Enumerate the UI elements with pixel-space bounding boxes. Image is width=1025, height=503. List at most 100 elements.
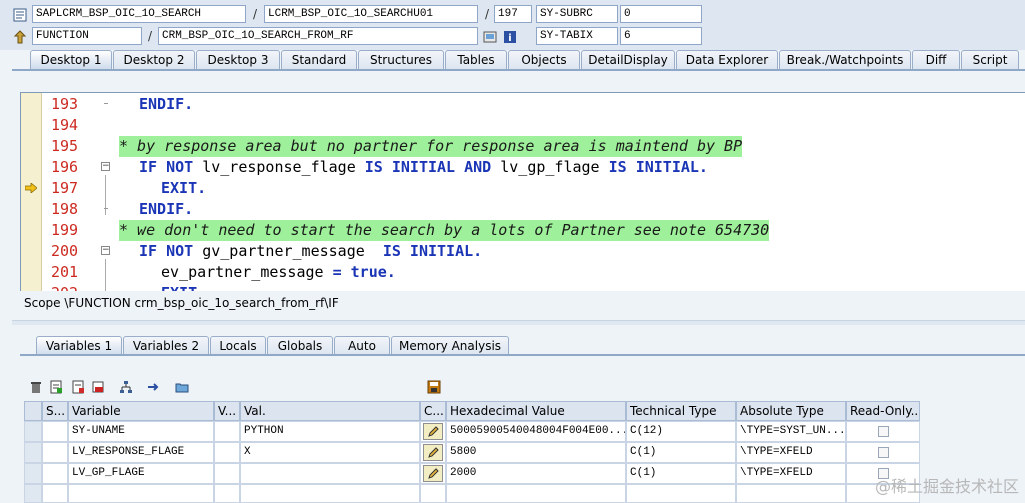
- tab-variables-2[interactable]: Variables 2: [123, 336, 209, 355]
- edit-pencil-icon[interactable]: [423, 423, 443, 440]
- tab-underline: [20, 354, 1025, 356]
- keyword-token: IF NOT: [139, 242, 194, 260]
- read-only-cell: [846, 442, 920, 463]
- code-text: ev_partner_message = true.: [161, 262, 396, 283]
- read-only-checkbox[interactable]: [878, 426, 889, 437]
- value-cell[interactable]: PYTHON: [240, 421, 420, 442]
- keyword-token: true.: [350, 263, 396, 281]
- append-row-icon[interactable]: [70, 379, 86, 395]
- row-selector[interactable]: [24, 463, 42, 484]
- code-line: 202 EXIT.: [21, 283, 1025, 291]
- column-header-read-only[interactable]: Read-Only...: [846, 401, 920, 421]
- system-field-name[interactable]: SY-SUBRC: [536, 5, 618, 23]
- variable-name-cell[interactable]: SY-UNAME: [68, 421, 214, 442]
- variable-name-cell[interactable]: LV_GP_FLAGE: [68, 463, 214, 484]
- line-number-field[interactable]: 197: [494, 5, 532, 23]
- tab-auto[interactable]: Auto: [334, 336, 390, 355]
- function-name-field[interactable]: CRM_BSP_OIC_1O_SEARCH_FROM_RF: [158, 27, 478, 45]
- tab-standard[interactable]: Standard: [281, 50, 357, 69]
- column-header-row-selector[interactable]: [24, 401, 42, 421]
- keyword-token: IS INITIAL.: [608, 158, 708, 176]
- column-header-absolute-type[interactable]: Absolute Type: [736, 401, 846, 421]
- event-type-field[interactable]: FUNCTION: [32, 27, 142, 45]
- tab-desktop-1[interactable]: Desktop 1: [30, 50, 112, 69]
- tab-locals[interactable]: Locals: [210, 336, 266, 355]
- tab-variables-1[interactable]: Variables 1: [36, 336, 122, 355]
- program-icon: [12, 7, 28, 23]
- tab-desktop-2[interactable]: Desktop 2: [113, 50, 195, 69]
- line-number: 200: [51, 242, 79, 260]
- insert-row-icon[interactable]: [48, 379, 64, 395]
- code-line: 199 * we don't need to start the search …: [21, 220, 1025, 241]
- code-line: 193 ENDIF.: [21, 94, 1025, 115]
- column-header-variable[interactable]: Variable: [68, 401, 214, 421]
- code-text: ENDIF.: [139, 95, 194, 113]
- table-cell: [42, 442, 68, 463]
- row-selector[interactable]: [24, 484, 42, 503]
- read-only-cell: [846, 421, 920, 442]
- column-header-s[interactable]: S...: [42, 401, 68, 421]
- splitter[interactable]: [12, 320, 1025, 325]
- include-name-field[interactable]: LCRM_BSP_OIC_1O_SEARCHU01: [264, 5, 478, 23]
- debugger-header: SAPLCRM_BSP_OIC_1O_SEARCH / LCRM_BSP_OIC…: [0, 0, 1025, 50]
- code-line: 201 ev_partner_message = true.: [21, 262, 1025, 283]
- row-selector[interactable]: [24, 442, 42, 463]
- remove-row-icon[interactable]: [90, 379, 106, 395]
- info-icon[interactable]: i: [502, 29, 518, 45]
- tab-objects[interactable]: Objects: [508, 50, 580, 69]
- column-header-hex[interactable]: Hexadecimal Value: [446, 401, 626, 421]
- line-number: 195: [51, 137, 79, 155]
- comment-text: * by response area but no partner for re…: [119, 136, 743, 157]
- table-cell: [42, 463, 68, 484]
- table-cell: [42, 421, 68, 442]
- tab-tables[interactable]: Tables: [445, 50, 507, 69]
- value-cell[interactable]: X: [240, 442, 420, 463]
- tab-memory-analysis[interactable]: Memory Analysis: [391, 336, 509, 355]
- line-number: 202: [51, 283, 105, 291]
- open-folder-icon[interactable]: [174, 379, 190, 395]
- row-selector[interactable]: [24, 421, 42, 442]
- edit-pencil-icon[interactable]: [423, 444, 443, 461]
- fold-dash: [104, 208, 108, 209]
- table-cell: [214, 442, 240, 463]
- code-line: 196 − IF NOT lv_response_flage IS INITIA…: [21, 157, 1025, 178]
- fold-toggle-icon[interactable]: −: [101, 162, 110, 171]
- hierarchy-icon[interactable]: [118, 379, 134, 395]
- value-cell[interactable]: [240, 463, 420, 484]
- tab-desktop-3[interactable]: Desktop 3: [196, 50, 280, 69]
- fold-toggle-icon[interactable]: −: [101, 246, 110, 255]
- tab-globals[interactable]: Globals: [267, 336, 333, 355]
- system-field-value[interactable]: 6: [620, 27, 702, 45]
- tab-structures[interactable]: Structures: [358, 50, 444, 69]
- column-header-val[interactable]: Val.: [240, 401, 420, 421]
- display-icon[interactable]: [482, 29, 498, 45]
- change-cell: [420, 463, 446, 484]
- edit-pencil-icon[interactable]: [423, 465, 443, 482]
- current-statement-arrow-icon: [25, 183, 37, 193]
- delete-icon[interactable]: [28, 379, 44, 395]
- line-number: 197: [51, 179, 79, 197]
- comment-text: * we don't need to start the search by a…: [119, 220, 770, 241]
- tab-data-explorer[interactable]: Data Explorer: [676, 50, 778, 69]
- read-only-checkbox[interactable]: [878, 447, 889, 458]
- system-field-name[interactable]: SY-TABIX: [536, 27, 618, 45]
- tab-script[interactable]: Script: [961, 50, 1019, 69]
- column-header-c[interactable]: C...: [420, 401, 446, 421]
- code-text: EXIT.: [161, 179, 207, 197]
- save-icon[interactable]: [426, 379, 442, 395]
- system-field-value[interactable]: 0: [620, 5, 702, 23]
- program-name-field[interactable]: SAPLCRM_BSP_OIC_1O_SEARCH: [32, 5, 246, 23]
- tab-detaildisplay[interactable]: DetailDisplay: [581, 50, 675, 69]
- tab-diff[interactable]: Diff: [912, 50, 960, 69]
- tab-break-watchpoints[interactable]: Break./Watchpoints: [779, 50, 911, 69]
- line-number: 199: [51, 221, 79, 239]
- code-line-current: 197 EXIT.: [21, 178, 1025, 199]
- table-cell: [214, 484, 240, 503]
- column-header-technical-type[interactable]: Technical Type: [626, 401, 736, 421]
- variable-name-cell[interactable]: LV_RESPONSE_FLAGE: [68, 442, 214, 463]
- column-header-v[interactable]: V...: [214, 401, 240, 421]
- operator-token: =: [323, 263, 351, 281]
- source-code-editor[interactable]: 193 ENDIF. 194 195 * by response area bu…: [20, 92, 1025, 291]
- desktop-tabs: Desktop 1 Desktop 2 Desktop 3 Standard S…: [0, 50, 1025, 70]
- navigate-icon[interactable]: [146, 379, 162, 395]
